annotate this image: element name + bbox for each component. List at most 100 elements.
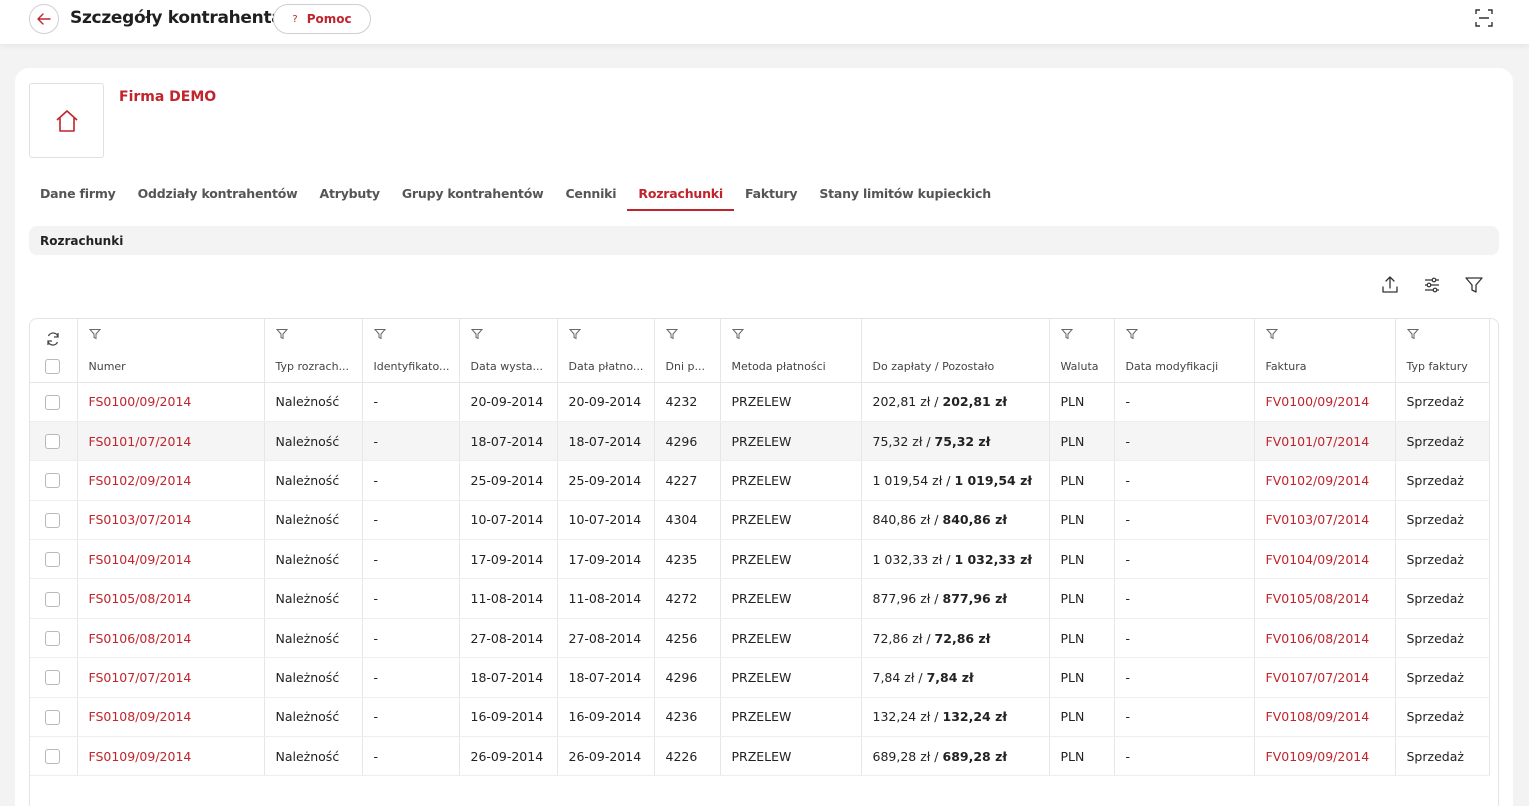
- tab-oddzialy-kontrahentow[interactable]: Oddziały kontrahentów: [127, 176, 309, 211]
- invoice-number-link[interactable]: FS0103/07/2014: [77, 500, 265, 541]
- identifier-cell: -: [362, 539, 460, 580]
- row-checkbox[interactable]: [45, 394, 60, 410]
- invoice-link[interactable]: FV0109/09/2014: [1254, 736, 1396, 777]
- payment-date-cell: 26-09-2014: [557, 736, 655, 777]
- column-header-numer[interactable]: Numer: [77, 319, 265, 383]
- column-header-data-wystawienia[interactable]: Data wysta...: [459, 319, 558, 383]
- table-row[interactable]: FS0109/09/2014 Należność -26-09-2014 26-09-…: [30, 736, 1490, 777]
- identifier-cell: -: [362, 578, 460, 619]
- filter-icon[interactable]: [1464, 275, 1484, 295]
- invoice-number-link[interactable]: FS0105/08/2014: [77, 578, 265, 619]
- row-checkbox[interactable]: [45, 749, 60, 765]
- column-filter-icon[interactable]: [731, 328, 744, 340]
- back-button[interactable]: [29, 4, 59, 34]
- column-header-faktura[interactable]: Faktura: [1254, 319, 1396, 383]
- column-filter-icon[interactable]: [1406, 328, 1419, 340]
- amount-cell: 877,96 zł / 877,96 zł: [861, 578, 1050, 619]
- table-row[interactable]: FS0106/08/2014 Należność -27-08-2014 27-08-…: [30, 618, 1490, 659]
- currency-cell: PLN: [1049, 421, 1115, 462]
- export-icon[interactable]: [1380, 275, 1400, 295]
- column-filter-icon[interactable]: [275, 328, 288, 340]
- column-header-do-zaplaty[interactable]: Do zapłaty / Pozostało: [861, 319, 1050, 383]
- invoice-number-link[interactable]: FS0101/07/2014: [77, 421, 265, 462]
- column-header-data-modyfikacji[interactable]: Data modyfikacji: [1114, 319, 1255, 383]
- table-row[interactable]: FS0105/08/2014 Należność -11-08-2014 11-08-…: [30, 578, 1490, 619]
- invoice-number-link[interactable]: FS0100/09/2014: [77, 382, 265, 422]
- column-filter-icon[interactable]: [88, 328, 101, 340]
- column-filter-icon[interactable]: [665, 328, 678, 340]
- tab-cenniki[interactable]: Cenniki: [554, 176, 627, 211]
- payment-date-cell: 18-07-2014: [557, 657, 655, 698]
- column-header-typ-rozrachunku[interactable]: Typ rozrach...: [264, 319, 363, 383]
- column-filter-icon[interactable]: [1265, 328, 1278, 340]
- column-header-metoda-platnosci[interactable]: Metoda płatności: [720, 319, 862, 383]
- select-all-checkbox[interactable]: [45, 359, 60, 374]
- tab-rozrachunki[interactable]: Rozrachunki: [627, 176, 734, 211]
- table-row[interactable]: FS0101/07/2014 Należność -18-07-2014 18-07-…: [30, 421, 1490, 462]
- invoice-link[interactable]: FV0103/07/2014: [1254, 500, 1396, 541]
- column-filter-icon[interactable]: [373, 328, 386, 340]
- row-checkbox[interactable]: [45, 473, 60, 489]
- settlement-type-cell: Należność: [264, 697, 363, 738]
- invoice-link[interactable]: FV0102/09/2014: [1254, 460, 1396, 501]
- table-row[interactable]: FS0102/09/2014 Należność -25-09-2014 25-09-…: [30, 460, 1490, 501]
- invoice-number-link[interactable]: FS0108/09/2014: [77, 697, 265, 738]
- help-button[interactable]: ? Pomoc: [273, 4, 371, 34]
- invoice-number-link[interactable]: FS0109/09/2014: [77, 736, 265, 777]
- invoice-number-link[interactable]: FS0106/08/2014: [77, 618, 265, 659]
- settings-sliders-icon[interactable]: [1422, 275, 1442, 295]
- row-checkbox[interactable]: [45, 552, 60, 568]
- row-checkbox[interactable]: [45, 591, 60, 607]
- row-checkbox[interactable]: [45, 670, 60, 686]
- invoice-link[interactable]: FV0101/07/2014: [1254, 421, 1396, 462]
- fullscreen-icon[interactable]: [1474, 8, 1494, 28]
- column-filter-icon[interactable]: [568, 328, 581, 340]
- column-header-identyfikator[interactable]: Identyfikato...: [362, 319, 460, 383]
- amount-separator: /: [930, 748, 943, 764]
- column-filter-icon[interactable]: [1060, 328, 1073, 340]
- amount-cell: 75,32 zł / 75,32 zł: [861, 421, 1050, 462]
- invoice-link[interactable]: FV0106/08/2014: [1254, 618, 1396, 659]
- row-select-cell: [30, 578, 78, 619]
- row-select-cell: [30, 421, 78, 462]
- column-filter-icon[interactable]: [470, 328, 483, 340]
- column-header-waluta[interactable]: Waluta: [1049, 319, 1115, 383]
- row-checkbox[interactable]: [45, 434, 60, 450]
- amount-due: 75,32 zł: [872, 433, 923, 449]
- payment-method-cell: PRZELEW: [720, 657, 862, 698]
- invoice-number-link[interactable]: FS0107/07/2014: [77, 657, 265, 698]
- invoice-link[interactable]: FV0100/09/2014: [1254, 382, 1396, 422]
- tab-grupy-kontrahentow[interactable]: Grupy kontrahentów: [391, 176, 555, 211]
- column-filter-icon[interactable]: [1125, 328, 1138, 340]
- days-cell: 4227: [654, 460, 721, 501]
- issue-date-cell: 18-07-2014: [459, 421, 558, 462]
- amount-separator: /: [922, 433, 935, 449]
- table-row[interactable]: FS0100/09/2014 Należność -20-09-2014 20-09-…: [30, 382, 1490, 422]
- table-row[interactable]: FS0104/09/2014 Należność -17-09-2014 17-09-…: [30, 539, 1490, 580]
- tab-stany-limitow[interactable]: Stany limitów kupieckich: [808, 176, 1002, 211]
- invoice-link[interactable]: FV0104/09/2014: [1254, 539, 1396, 580]
- amount-due: 840,86 zł: [872, 512, 931, 528]
- invoice-number-link[interactable]: FS0104/09/2014: [77, 539, 265, 580]
- column-label: Numer: [88, 359, 126, 373]
- invoice-number-link[interactable]: FS0102/09/2014: [77, 460, 265, 501]
- tab-dane-firmy[interactable]: Dane firmy: [29, 176, 127, 211]
- refresh-icon[interactable]: [45, 331, 61, 347]
- amount-cell: 840,86 zł / 840,86 zł: [861, 500, 1050, 541]
- invoice-link[interactable]: FV0108/09/2014: [1254, 697, 1396, 738]
- column-header-dni[interactable]: Dni p...: [654, 319, 721, 383]
- identifier-cell: -: [362, 657, 460, 698]
- issue-date-cell: 27-08-2014: [459, 618, 558, 659]
- row-checkbox[interactable]: [45, 512, 60, 528]
- column-header-typ-faktury[interactable]: Typ faktury: [1395, 319, 1490, 383]
- column-header-data-platnosci[interactable]: Data płatno...: [557, 319, 655, 383]
- tab-faktury[interactable]: Faktury: [734, 176, 808, 211]
- invoice-link[interactable]: FV0105/08/2014: [1254, 578, 1396, 619]
- tab-atrybuty[interactable]: Atrybuty: [309, 176, 391, 211]
- table-row[interactable]: FS0103/07/2014 Należność -10-07-2014 10-07-…: [30, 500, 1490, 541]
- invoice-link[interactable]: FV0107/07/2014: [1254, 657, 1396, 698]
- row-checkbox[interactable]: [45, 709, 60, 725]
- table-row[interactable]: FS0108/09/2014 Należność -16-09-2014 16-09-…: [30, 697, 1490, 738]
- row-checkbox[interactable]: [45, 631, 60, 647]
- table-row[interactable]: FS0107/07/2014 Należność -18-07-2014 18-07-…: [30, 657, 1490, 698]
